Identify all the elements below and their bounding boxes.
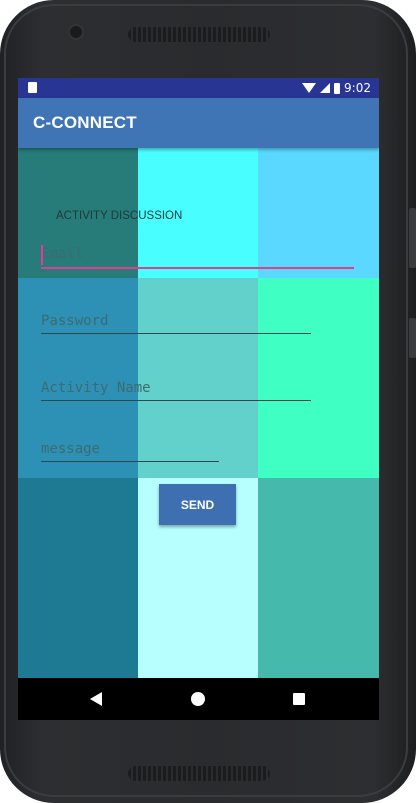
- power-button: [409, 318, 416, 358]
- volume-button: [409, 208, 416, 268]
- wifi-icon: [302, 83, 317, 93]
- front-camera: [68, 24, 84, 40]
- signal-icon: [320, 83, 331, 93]
- color-grid: ACTIVITY DISCUSSION SEND: [18, 148, 379, 678]
- password-underline: [41, 333, 311, 334]
- grid-cell: [18, 478, 138, 678]
- email-underline: [41, 267, 354, 269]
- sim-card-icon: [28, 82, 37, 93]
- app-title: C-CONNECT: [33, 113, 137, 132]
- bottom-speaker: [128, 766, 270, 781]
- status-time: 9:02: [344, 81, 371, 95]
- activity-name-underline: [41, 400, 311, 401]
- status-icons: 9:02: [302, 80, 371, 96]
- message-input[interactable]: [41, 441, 219, 457]
- recents-icon[interactable]: [293, 693, 305, 705]
- back-icon[interactable]: [90, 692, 102, 706]
- home-icon[interactable]: [191, 692, 205, 706]
- activity-name-input[interactable]: [41, 380, 311, 396]
- message-underline: [41, 461, 219, 462]
- grid-cell: [258, 478, 379, 678]
- activity-discussion-heading: ACTIVITY DISCUSSION: [56, 210, 183, 222]
- status-bar: 9:02: [18, 78, 379, 98]
- grid-cell: [258, 278, 379, 478]
- app-bar: C-CONNECT: [18, 98, 379, 148]
- text-cursor: [41, 245, 43, 265]
- password-input[interactable]: [41, 313, 311, 329]
- device-screen: 9:02 C-CONNECT ACTIVITY DISCUSSION Email…: [18, 78, 379, 720]
- top-speaker: [128, 27, 270, 42]
- email-input[interactable]: [41, 246, 354, 262]
- send-button[interactable]: SEND: [159, 484, 236, 525]
- navigation-bar: [18, 678, 379, 720]
- battery-icon: [334, 82, 341, 94]
- phone-frame: 9:02 C-CONNECT ACTIVITY DISCUSSION Email…: [0, 0, 416, 803]
